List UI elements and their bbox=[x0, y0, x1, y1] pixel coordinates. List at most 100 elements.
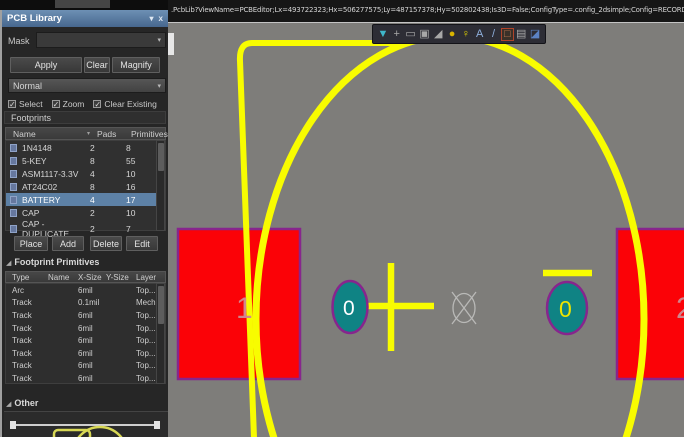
silkscreen-circle[interactable] bbox=[256, 36, 644, 437]
primitive-row[interactable]: Track6milTop... bbox=[6, 372, 165, 385]
footprint-pads: 8 bbox=[90, 182, 126, 192]
place-board-icon[interactable]: ◪ bbox=[529, 29, 542, 40]
pad-shape-icon[interactable]: ▣ bbox=[418, 29, 431, 40]
checkbox-icon[interactable]: ✓ bbox=[93, 100, 101, 108]
pad-round-icon[interactable]: ● bbox=[446, 29, 459, 40]
primitive-row[interactable]: Track6milTop... bbox=[6, 347, 165, 360]
footprint-icon bbox=[10, 170, 17, 178]
primitive-row[interactable]: Track6milTop... bbox=[6, 334, 165, 347]
column-layer[interactable]: Layer bbox=[136, 273, 165, 282]
primitive-type: Track bbox=[12, 311, 48, 320]
pcb-library-panel: PCB Library ▾ x Mask ▾ Apply Clear Magni… bbox=[0, 10, 168, 437]
primitive-xsize: 6mil bbox=[78, 311, 106, 320]
footprint-pads: 2 bbox=[90, 143, 126, 153]
sort-indicator-icon: ▾ bbox=[87, 130, 97, 137]
component-icon[interactable]: □ bbox=[501, 28, 514, 41]
primitive-type: Arc bbox=[12, 286, 48, 295]
footprints-section-header[interactable]: Footprints bbox=[4, 111, 166, 124]
footprint-name: 1N4148 bbox=[22, 143, 90, 153]
top-menu-strip bbox=[0, 0, 168, 10]
footprint-row-cap[interactable]: CAP210 bbox=[6, 206, 165, 219]
delete-button[interactable]: Delete bbox=[90, 236, 122, 251]
clear-button[interactable]: Clear bbox=[84, 57, 110, 73]
crosshair-icon[interactable]: + bbox=[390, 29, 403, 40]
column-type[interactable]: Type bbox=[12, 273, 48, 282]
footprint-row-1n4148[interactable]: 1N414828 bbox=[6, 141, 165, 154]
footprint-pads: 4 bbox=[90, 169, 126, 179]
footprint-pads: 2 bbox=[90, 208, 126, 218]
checkbox-icon[interactable]: ✓ bbox=[52, 100, 60, 108]
mask-dropdown[interactable]: ▾ bbox=[36, 32, 166, 48]
column-x-size[interactable]: X-Size bbox=[78, 273, 106, 282]
panel-title-bar[interactable]: PCB Library ▾ x bbox=[2, 10, 168, 27]
footprint-row-5-key[interactable]: 5-KEY855 bbox=[6, 154, 165, 167]
primitive-xsize: 6mil bbox=[78, 336, 106, 345]
edit-button[interactable]: Edit bbox=[126, 236, 158, 251]
footprint-icon bbox=[10, 196, 17, 204]
room-icon[interactable]: ▭ bbox=[404, 29, 417, 40]
footprint-row-asm1117-3.3v[interactable]: ASM1117-3.3V410 bbox=[6, 167, 165, 180]
primitive-type: Track bbox=[12, 349, 48, 358]
magnify-button[interactable]: Magnify bbox=[112, 57, 160, 73]
checkbox-select[interactable]: ✓Select bbox=[8, 98, 43, 109]
pad-left-label: 0 bbox=[343, 297, 355, 320]
pin-icon[interactable]: ▾ bbox=[150, 14, 154, 23]
string-icon[interactable]: A bbox=[473, 29, 486, 40]
array-icon[interactable]: ▤ bbox=[515, 29, 528, 40]
primitives-section-header[interactable]: ◢Footprint Primitives bbox=[6, 257, 99, 267]
line-icon[interactable]: / bbox=[487, 29, 500, 40]
column-primitives[interactable]: Primitives bbox=[131, 129, 168, 139]
place-button[interactable]: Place bbox=[14, 236, 48, 251]
chevron-down-icon: ▾ bbox=[157, 82, 161, 90]
footprint-pads: 4 bbox=[90, 195, 126, 205]
primitives-table-header[interactable]: TypeNameX-SizeY-SizeLayer bbox=[5, 271, 166, 283]
pad-2-rect[interactable] bbox=[617, 229, 684, 379]
primitives-list: Arc6milTop...Track0.1milMech...Track6mil… bbox=[5, 283, 166, 384]
footprint-row-battery[interactable]: BATTERY417 bbox=[6, 193, 165, 206]
pad-2-label: 2 bbox=[676, 292, 684, 325]
footprint-name: BATTERY bbox=[22, 195, 90, 205]
other-section-header[interactable]: ◢Other bbox=[6, 398, 38, 408]
filter-icon[interactable]: ▼ bbox=[376, 29, 389, 40]
column-y-size[interactable]: Y-Size bbox=[106, 273, 136, 282]
pcb-drawing-field[interactable]: 1 2 0 0 bbox=[168, 22, 684, 437]
primitive-xsize: 6mil bbox=[78, 374, 106, 383]
checkbox-clear-existing[interactable]: ✓Clear Existing bbox=[93, 98, 156, 109]
footprint-icon bbox=[10, 209, 17, 217]
primitive-row[interactable]: Track0.1milMech... bbox=[6, 297, 165, 310]
primitive-row[interactable]: Arc6milTop... bbox=[6, 284, 165, 297]
checkbox-label: Select bbox=[19, 99, 43, 109]
mode-dropdown[interactable]: Normal ▾ bbox=[8, 78, 166, 93]
checkbox-zoom[interactable]: ✓Zoom bbox=[52, 98, 85, 109]
column-name[interactable]: Name bbox=[48, 273, 78, 282]
primitive-row[interactable]: Track6milTop... bbox=[6, 309, 165, 322]
primitive-type: Track bbox=[12, 361, 48, 370]
close-icon[interactable]: x bbox=[159, 14, 163, 23]
primitive-row[interactable]: Track6milTop... bbox=[6, 360, 165, 373]
primitive-type: Track bbox=[12, 374, 48, 383]
column-pads[interactable]: Pads bbox=[97, 129, 131, 139]
footprint-row-cap-duplicate[interactable]: CAP - DUPLICATE27 bbox=[6, 219, 165, 232]
footprint-pads: 8 bbox=[90, 156, 126, 166]
checkbox-icon[interactable]: ✓ bbox=[8, 100, 16, 108]
option-checkboxes: ✓Select✓Zoom✓Clear Existing bbox=[8, 98, 166, 109]
knife-icon[interactable]: ◢ bbox=[432, 29, 445, 40]
footprints-list: 1N4148285-KEY855ASM1117-3.3V410AT24C0281… bbox=[5, 140, 166, 231]
floating-toolbar: ▼+▭▣◢●♀A/□▤◪ bbox=[372, 24, 546, 44]
footprint-icon bbox=[10, 225, 17, 233]
footprint-icon bbox=[10, 144, 17, 152]
checkbox-label: Clear Existing bbox=[104, 99, 156, 109]
checkbox-label: Zoom bbox=[63, 99, 85, 109]
footprint-row-at24c02[interactable]: AT24C02816 bbox=[6, 180, 165, 193]
via-icon[interactable]: ♀ bbox=[459, 29, 472, 40]
primitives-scrollbar[interactable] bbox=[156, 283, 165, 384]
apply-button[interactable]: Apply bbox=[10, 57, 82, 73]
column-name[interactable]: Name bbox=[13, 129, 87, 139]
primitive-type: Track bbox=[12, 324, 48, 333]
top-strip-button[interactable] bbox=[55, 0, 110, 8]
add-button[interactable]: Add bbox=[52, 236, 84, 251]
footprints-scrollbar[interactable] bbox=[156, 140, 165, 231]
primitive-row[interactable]: Track6milTop... bbox=[6, 322, 165, 335]
footprints-table-header[interactable]: Name ▾ Pads Primitives bbox=[5, 127, 166, 140]
footprint-preview-pane[interactable] bbox=[4, 411, 168, 437]
